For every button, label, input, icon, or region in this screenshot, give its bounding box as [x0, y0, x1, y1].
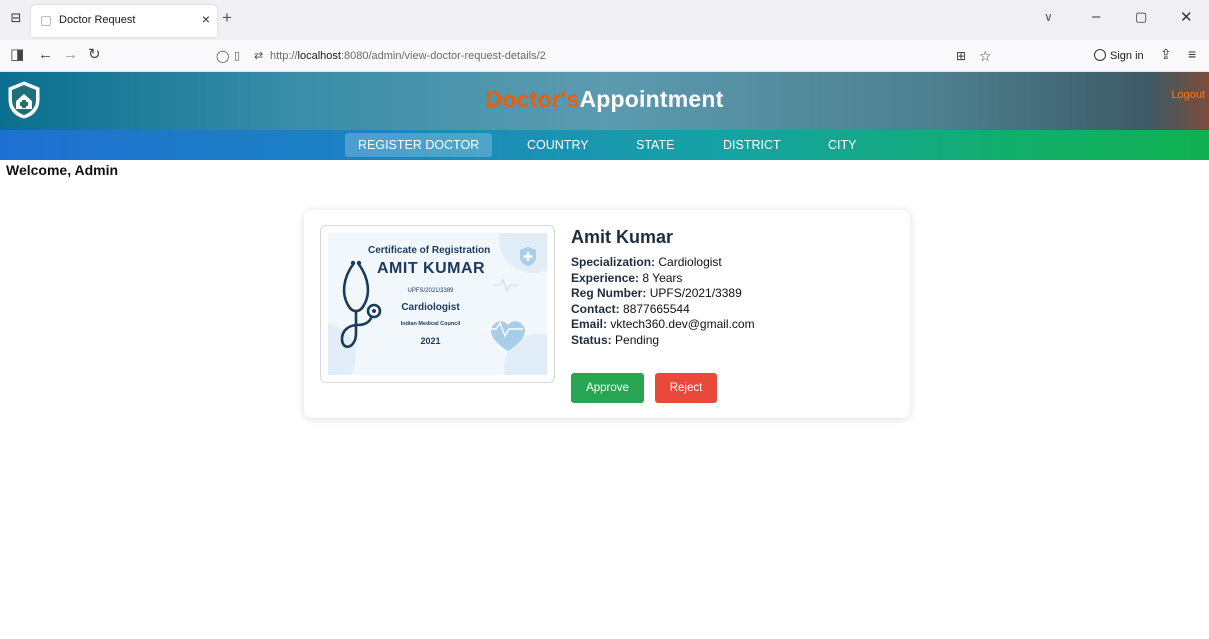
- extensions-icon[interactable]: ⇪: [1160, 46, 1172, 63]
- site-title: Doctor'sAppointment: [485, 86, 724, 112]
- welcome-message: Welcome, Admin: [6, 162, 119, 178]
- menu-item-district[interactable]: DISTRICT: [710, 130, 794, 160]
- sign-in-button[interactable]: Sign in: [1094, 46, 1144, 66]
- field-status: Status: Pending: [571, 332, 660, 347]
- certificate-council: Indian Medical Council: [400, 321, 461, 327]
- account-icon: [1094, 49, 1106, 61]
- approve-button[interactable]: Approve: [571, 373, 644, 403]
- browser-tab-bar: ⊟ Doctor Request × + ∨ – ▢ ✕: [0, 0, 1209, 40]
- permissions-icon[interactable]: ⇄: [254, 49, 263, 62]
- doctor-name: Amit Kumar: [571, 227, 674, 247]
- logout-link[interactable]: Logout: [1171, 89, 1205, 101]
- certificate-image[interactable]: Certificate of Registration AMIT KUMAR U…: [320, 225, 555, 383]
- tab-title: Doctor Request: [59, 14, 136, 26]
- main-menu: REGISTER DOCTOR COUNTRY STATE DISTRICT C…: [0, 130, 1209, 160]
- certificate-title: Certificate of Registration: [368, 245, 491, 256]
- certificate: Certificate of Registration AMIT KUMAR U…: [328, 233, 547, 375]
- browser-tab[interactable]: Doctor Request ×: [31, 5, 217, 37]
- page-favicon-icon: [41, 16, 51, 26]
- certificate-reg-number: UPFS/2021/3389: [407, 288, 454, 294]
- menu-item-country[interactable]: COUNTRY: [514, 130, 602, 160]
- reload-icon[interactable]: ↻: [88, 46, 101, 64]
- certificate-year: 2021: [420, 336, 441, 346]
- menu-item-register-doctor[interactable]: REGISTER DOCTOR: [345, 133, 493, 157]
- doctor-details: Amit Kumar Specialization: Cardiologist …: [571, 227, 755, 349]
- field-email: Email: vktech360.dev@gmail.com: [571, 317, 755, 332]
- certificate-specialization: Cardiologist: [401, 302, 460, 313]
- minimize-icon[interactable]: –: [1092, 8, 1100, 25]
- page-info-icon[interactable]: ▯: [234, 49, 240, 62]
- browser-nav-bar: ◨ ← → ↻ ◯ ▯ ⇄ http://localhost:8080/admi…: [0, 40, 1209, 72]
- forward-arrow-icon[interactable]: →: [63, 46, 78, 64]
- menu-item-city[interactable]: CITY: [815, 130, 869, 160]
- url-text[interactable]: http://localhost:8080/admin/view-doctor-…: [270, 50, 546, 62]
- address-bar[interactable]: ◯ ▯ ⇄ http://localhost:8080/admin/view-d…: [204, 44, 1016, 69]
- site-header: Doctor'sAppointment Logout: [0, 72, 1209, 130]
- bookmark-star-icon[interactable]: ☆: [979, 48, 992, 65]
- status-badge: Pending: [615, 332, 660, 347]
- chevron-down-icon[interactable]: ∨: [1044, 10, 1053, 24]
- window-close-icon[interactable]: ✕: [1180, 8, 1193, 26]
- reader-view-icon[interactable]: ⊞: [956, 49, 966, 63]
- new-tab-icon[interactable]: +: [222, 9, 232, 26]
- tracking-shield-icon[interactable]: ◯: [216, 49, 229, 63]
- field-specialization: Specialization: Cardiologist: [571, 255, 722, 269]
- sidebar-toggle-icon[interactable]: ◨: [10, 46, 24, 64]
- tab-list-icon[interactable]: ⊟: [8, 10, 24, 26]
- field-reg-number: Reg Number: UPFS/2021/3389: [571, 286, 742, 301]
- field-contact: Contact: 8877665544: [571, 301, 690, 316]
- back-arrow-icon[interactable]: ←: [38, 46, 53, 64]
- certificate-name: AMIT KUMAR: [377, 260, 486, 277]
- close-tab-icon[interactable]: ×: [202, 11, 210, 27]
- reject-button[interactable]: Reject: [655, 373, 717, 403]
- sign-in-label: Sign in: [1110, 50, 1144, 62]
- doctor-request-card: Certificate of Registration AMIT KUMAR U…: [304, 210, 910, 418]
- restore-icon[interactable]: ▢: [1135, 9, 1147, 25]
- menu-item-state[interactable]: STATE: [623, 130, 687, 160]
- hamburger-menu-icon[interactable]: ≡: [1188, 46, 1196, 62]
- field-experience: Experience: 8 Years: [571, 270, 683, 285]
